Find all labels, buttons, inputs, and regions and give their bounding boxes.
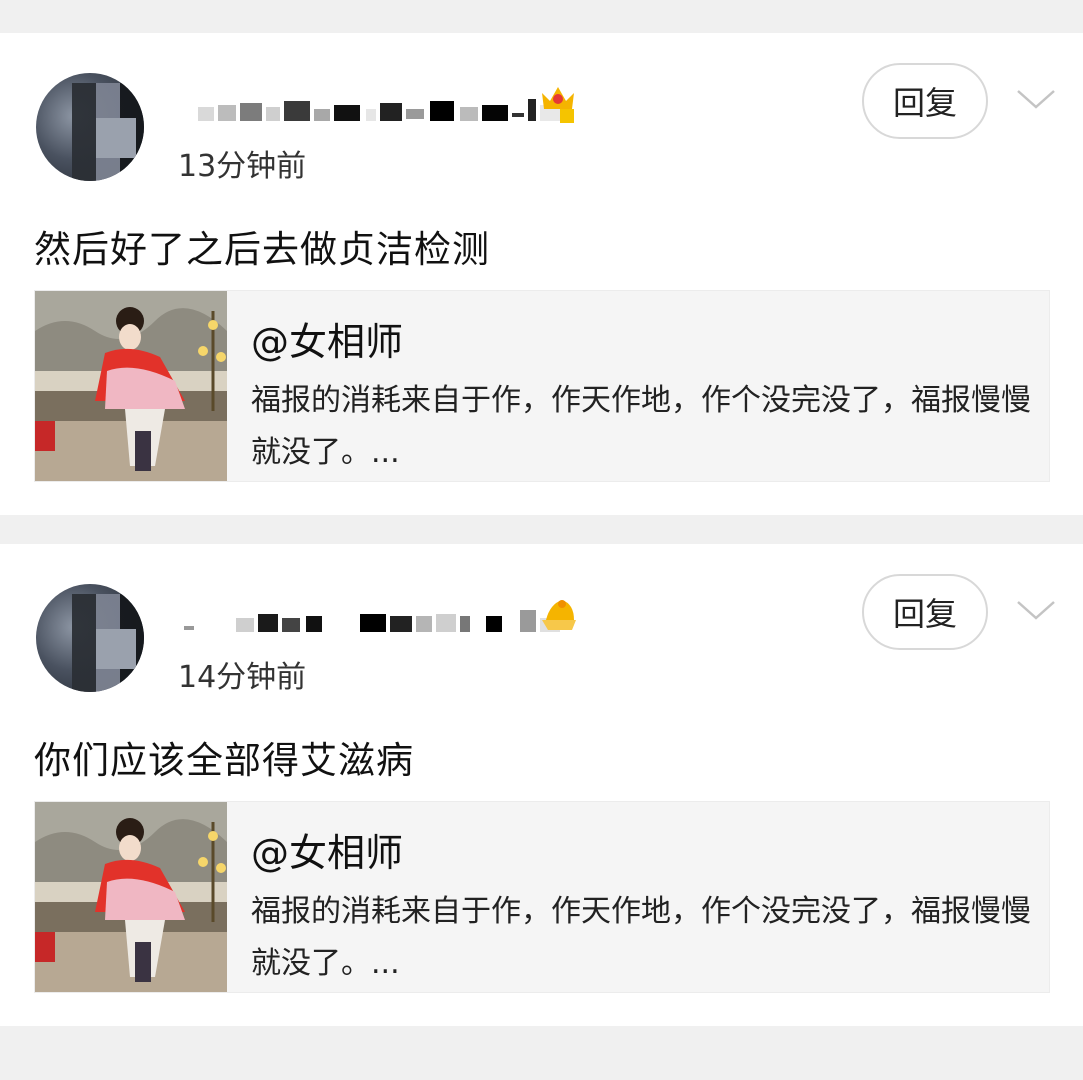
- comment-text: 你们应该全部得艾滋病: [34, 739, 414, 782]
- quoted-author[interactable]: @女相师: [251, 311, 403, 366]
- quoted-excerpt: 福报的消耗来自于作，作天作地，作个没完没了，福报慢慢就没了。...: [251, 383, 1031, 470]
- quoted-excerpt: 福报的消耗来自于作，作天作地，作个没完没了，福报慢慢就没了。...: [251, 894, 1031, 981]
- chevron-down-icon[interactable]: [1012, 592, 1060, 626]
- comment-card: 14分钟前 回复 你们应该全部得艾滋病 @女相师 福报的消耗来自于作，作天作地，…: [0, 544, 1083, 1026]
- quoted-post[interactable]: @女相师 福报的消耗来自于作，作天作地，作个没完没了，福报慢慢就没了。...: [34, 801, 1050, 993]
- reply-button[interactable]: 回复: [862, 574, 988, 650]
- avatar-pixelation-block: [96, 629, 136, 669]
- comment-time: 14分钟前: [178, 660, 307, 695]
- avatar-pixelation-block: [96, 118, 136, 158]
- username-redacted[interactable]: [180, 596, 580, 642]
- comment-card: 13分钟前 回复 然后好了之后去做贞洁检测 @女相师 福报的消耗来自于作，作天作…: [0, 33, 1083, 515]
- quoted-author[interactable]: @女相师: [251, 822, 403, 877]
- vip-gold-icon: [542, 600, 576, 630]
- chevron-down-icon[interactable]: [1012, 81, 1060, 115]
- quoted-post-thumbnail: [35, 291, 227, 481]
- comment-time: 13分钟前: [178, 149, 307, 184]
- quoted-post-thumbnail: [35, 802, 227, 992]
- vip-crown-icon: [542, 87, 574, 123]
- quoted-post[interactable]: @女相师 福报的消耗来自于作，作天作地，作个没完没了，福报慢慢就没了。...: [34, 290, 1050, 482]
- avatar[interactable]: [36, 584, 144, 692]
- reply-button[interactable]: 回复: [862, 63, 988, 139]
- comment-text: 然后好了之后去做贞洁检测: [34, 228, 490, 271]
- username-redacted[interactable]: [180, 85, 580, 131]
- avatar[interactable]: [36, 73, 144, 181]
